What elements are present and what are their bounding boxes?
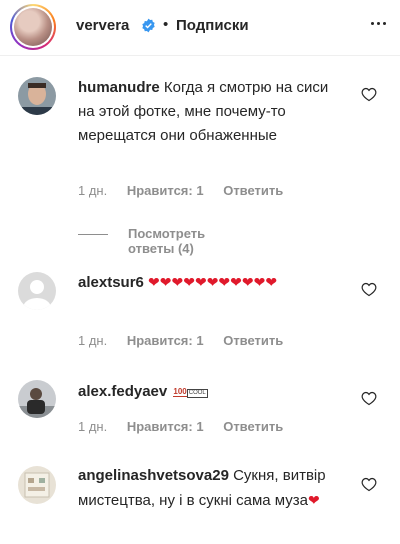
avatar[interactable] bbox=[18, 77, 56, 115]
like-heart-icon[interactable] bbox=[361, 477, 377, 492]
comment-meta: 1 дн. Нравится: 1 Ответить bbox=[78, 333, 299, 348]
avatar bbox=[14, 8, 52, 46]
emoji-100: 100 bbox=[173, 387, 187, 397]
comment-likes[interactable]: Нравится: 1 bbox=[127, 419, 204, 434]
like-heart-icon[interactable] bbox=[361, 391, 377, 406]
comment-username[interactable]: angelinashvetsova29 bbox=[78, 467, 229, 484]
header-separator: • bbox=[163, 16, 169, 33]
like-heart-icon[interactable] bbox=[361, 282, 377, 297]
comment-text: humanudre Когда я смотрю на сиси на этой… bbox=[78, 76, 348, 148]
comment-likes[interactable]: Нравится: 1 bbox=[127, 183, 204, 198]
reply-button[interactable]: Ответить bbox=[223, 419, 283, 434]
comment-time[interactable]: 1 дн. bbox=[78, 333, 107, 348]
comment-text: angelinashvetsova29 Сукня, витвір мистец… bbox=[78, 464, 348, 513]
heart-emoji: ❤ bbox=[307, 492, 320, 508]
reply-button[interactable]: Ответить bbox=[223, 183, 283, 198]
comment-text: alex.fedyaev 100 COOL bbox=[78, 380, 348, 404]
emoji-cool: COOL bbox=[186, 389, 208, 398]
more-options-icon[interactable] bbox=[368, 18, 390, 28]
comment-meta: 1 дн. Нравится: 1 Ответить bbox=[78, 183, 299, 198]
default-avatar-icon[interactable] bbox=[18, 272, 56, 310]
header-username[interactable]: ververa bbox=[76, 17, 129, 34]
comment-time[interactable]: 1 дн. bbox=[78, 183, 107, 198]
like-heart-icon[interactable] bbox=[361, 87, 377, 102]
verified-badge-icon bbox=[142, 18, 155, 33]
avatar[interactable] bbox=[18, 380, 56, 418]
view-replies-label[interactable]: Посмотреть ответы (4) bbox=[128, 226, 205, 256]
following-button[interactable]: Подписки bbox=[176, 17, 249, 34]
comment-body: ❤❤❤❤❤❤❤❤❤❤❤ bbox=[148, 274, 278, 290]
post-header: ververa • Подписки bbox=[0, 0, 400, 56]
story-avatar[interactable] bbox=[10, 4, 56, 50]
comment-meta: 1 дн. Нравится: 1 Ответить bbox=[78, 419, 299, 434]
replies-divider bbox=[78, 234, 108, 235]
avatar[interactable] bbox=[18, 466, 56, 504]
comment-likes[interactable]: Нравится: 1 bbox=[127, 333, 204, 348]
comment-time[interactable]: 1 дн. bbox=[78, 419, 107, 434]
comment-username[interactable]: alex.fedyaev bbox=[78, 383, 167, 400]
reply-button[interactable]: Ответить bbox=[223, 333, 283, 348]
comment-text: alextsur6 ❤❤❤❤❤❤❤❤❤❤❤ bbox=[78, 270, 348, 295]
comment-username[interactable]: alextsur6 bbox=[78, 274, 144, 291]
comment-username[interactable]: humanudre bbox=[78, 79, 160, 96]
